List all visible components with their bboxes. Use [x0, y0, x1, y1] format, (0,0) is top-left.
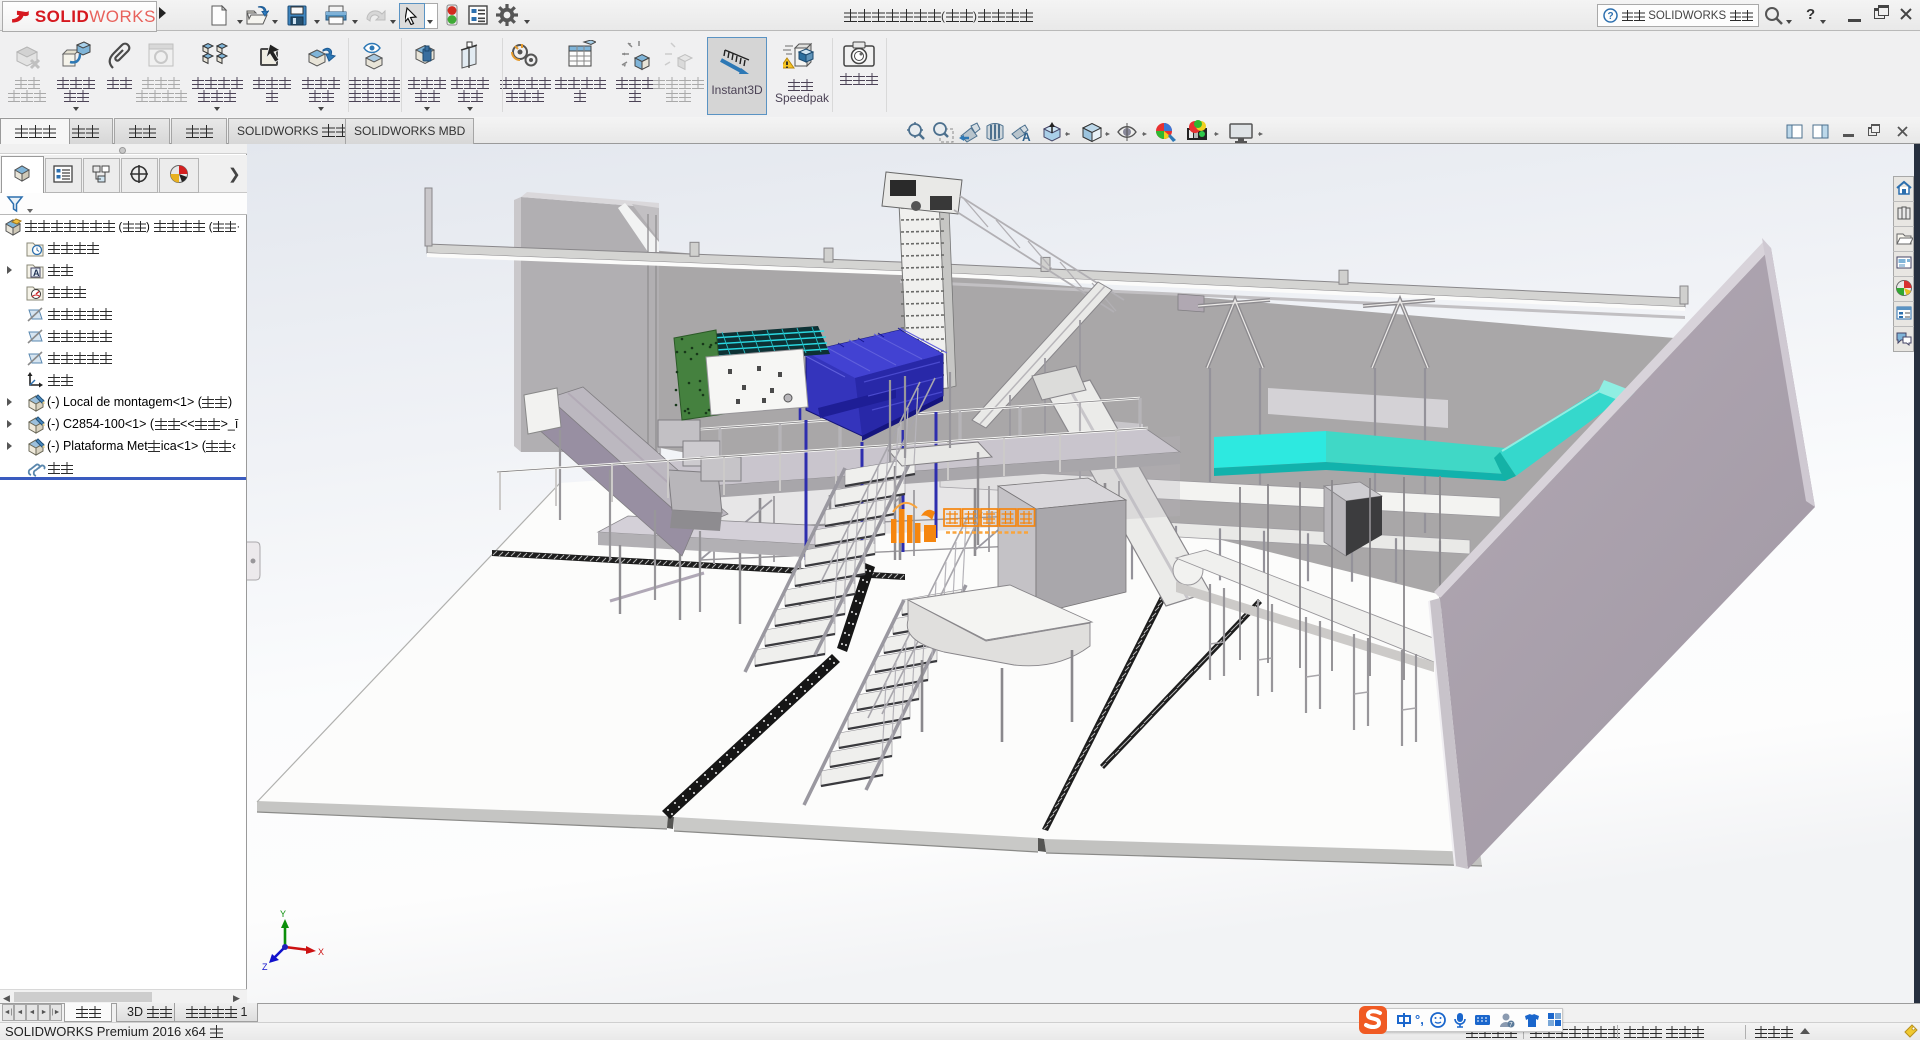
- svg-text:Y: Y: [280, 909, 286, 919]
- svg-text:°,: °,: [1415, 1012, 1424, 1027]
- svg-text:A: A: [33, 268, 40, 278]
- svg-text:Z: Z: [262, 962, 268, 972]
- svg-text:A: A: [1022, 130, 1031, 144]
- svg-text:X: X: [318, 947, 324, 957]
- svg-text:?: ?: [1608, 11, 1614, 22]
